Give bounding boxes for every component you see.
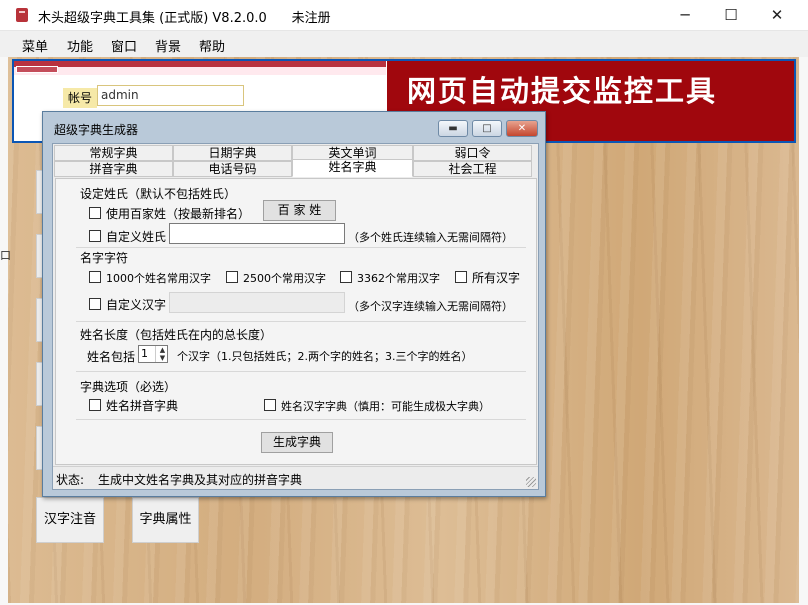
window-border	[0, 57, 8, 605]
menu-item[interactable]: 帮助	[199, 36, 225, 55]
spinner-arrows-icon[interactable]: ▲ ▼	[155, 346, 169, 362]
custom-surname-input[interactable]	[169, 223, 345, 244]
baijiaxing-button[interactable]: 百 家 姓	[263, 200, 336, 221]
use-baijiaxing-checkbox[interactable]	[89, 207, 101, 219]
custom-chars-hint: （多个汉字连续输入无需间隔符）	[348, 300, 513, 313]
custom-surname-label: 自定义姓氏	[106, 230, 167, 244]
group-divider	[76, 419, 526, 420]
surname-group-title: 设定姓氏（默认不包括姓氏）	[80, 187, 237, 201]
title-bar: 木头超级字典工具集 (正式版) V8.2.0.0 未注册 ─ ☐ ✕	[0, 0, 808, 31]
dialog-close-button[interactable]: ✕	[506, 120, 538, 137]
tab-name-dict[interactable]: 姓名字典	[292, 159, 413, 177]
hanzi-dict-label: 姓名汉字字典（慎用：可能生成极大字典）	[281, 400, 490, 413]
chars-1000-checkbox[interactable]	[89, 271, 101, 283]
dict-generator-dialog: 超级字典生成器 ▬ □ ✕ 常规字典 日期字典 英文单词 弱口令 拼音字典 电话…	[42, 111, 546, 497]
chars-1000-label: 1000个姓名常用汉字	[106, 272, 211, 285]
window-border	[799, 57, 808, 605]
group-divider	[76, 247, 526, 248]
dialog-maximize-button[interactable]: □	[472, 120, 502, 137]
options-group-title: 字典选项（必选）	[80, 380, 177, 394]
chars-2500-checkbox[interactable]	[226, 271, 238, 283]
edge-glyph: 口	[0, 249, 11, 262]
pinyin-dict-label: 姓名拼音字典	[106, 399, 179, 413]
custom-surname-checkbox[interactable]	[89, 230, 101, 242]
hanzi-dict-checkbox[interactable]	[264, 399, 276, 411]
length-group-title: 姓名长度（包括姓氏在内的总长度）	[80, 328, 273, 342]
menu-item[interactable]: 功能	[67, 36, 93, 55]
custom-surname-hint: （多个姓氏连续输入无需间隔符）	[348, 231, 513, 244]
chars-all-checkbox[interactable]	[455, 271, 467, 283]
minimize-button[interactable]: ─	[662, 0, 708, 31]
window-title: 木头超级字典工具集 (正式版) V8.2.0.0 未注册	[38, 11, 331, 26]
tab-social-engineering[interactable]: 社会工程	[413, 161, 532, 177]
chars-group-title: 名字字符	[80, 251, 129, 265]
tab-phone-number[interactable]: 电话号码	[173, 161, 292, 177]
custom-chars-checkbox[interactable]	[89, 298, 101, 310]
tab-pinyin-dict[interactable]: 拼音字典	[54, 161, 173, 177]
menu-item[interactable]: 菜单	[22, 36, 48, 55]
length-suffix: 个汉字（1.只包括姓氏；2.两个字的姓名；3.三个字的姓名）	[177, 350, 473, 363]
dialog-minimize-button[interactable]: ▬	[438, 120, 468, 137]
site-logo-icon	[16, 66, 58, 73]
status-bar: 状态: 生成中文姓名字典及其对应的拼音字典	[53, 466, 538, 489]
app-icon	[16, 8, 28, 22]
menu-item[interactable]: 窗口	[111, 36, 137, 55]
dialog-body: 常规字典 日期字典 英文单词 弱口令 拼音字典 电话号码 姓名字典 社会工程 设…	[52, 143, 539, 490]
use-baijiaxing-label: 使用百家姓（按最新排名）	[106, 207, 251, 221]
name-dict-panel: 设定姓氏（默认不包括姓氏） 使用百家姓（按最新排名） 百 家 姓 自定义姓氏 （…	[55, 178, 537, 465]
group-divider	[76, 321, 526, 322]
tab-weak-password[interactable]: 弱口令	[413, 145, 532, 161]
pinyin-annotation-button[interactable]: 汉字注音	[36, 497, 104, 543]
close-button[interactable]: ✕	[754, 0, 800, 31]
status-text: 生成中文姓名字典及其对应的拼音字典	[98, 473, 303, 487]
custom-chars-label: 自定义汉字	[106, 298, 167, 312]
pinyin-dict-checkbox[interactable]	[89, 399, 101, 411]
banner-text: 网页自动提交监控工具	[407, 74, 718, 108]
chars-2500-label: 2500个常用汉字	[243, 272, 326, 285]
maximize-button[interactable]: ☐	[708, 0, 754, 31]
generate-dict-button[interactable]: 生成字典	[261, 432, 333, 453]
status-label: 状态:	[56, 473, 85, 487]
tab-regular-dict[interactable]: 常规字典	[54, 145, 173, 161]
tab-date-dict[interactable]: 日期字典	[173, 145, 292, 161]
menu-item[interactable]: 背景	[155, 36, 181, 55]
menu-bar: 菜单 功能 窗口 背景 帮助	[0, 31, 808, 57]
account-input[interactable]: admin	[97, 85, 244, 106]
account-label: 帐号	[63, 88, 97, 108]
group-divider	[76, 371, 526, 372]
chars-3362-label: 3362个常用汉字	[357, 272, 440, 285]
dict-properties-button[interactable]: 字典属性	[132, 497, 199, 543]
resize-grip-icon[interactable]	[526, 477, 536, 487]
chars-all-label: 所有汉字	[472, 271, 521, 285]
length-prefix: 姓名包括	[87, 350, 136, 364]
dialog-title: 超级字典生成器	[54, 123, 139, 137]
chars-3362-checkbox[interactable]	[340, 271, 352, 283]
custom-chars-input[interactable]	[169, 292, 345, 313]
